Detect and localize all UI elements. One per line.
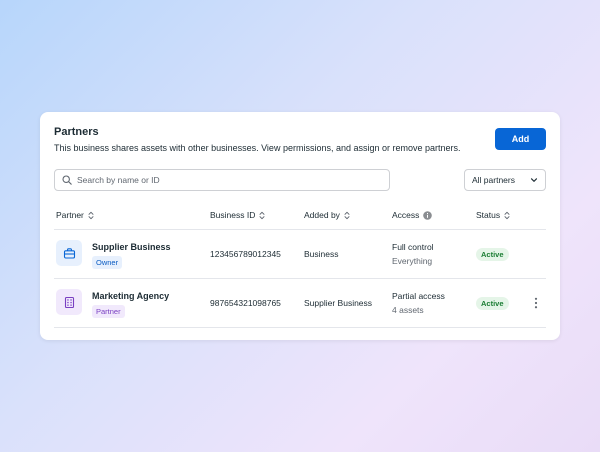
more-options-icon[interactable] xyxy=(533,297,539,309)
search-box[interactable] xyxy=(54,169,390,191)
column-header-access-label: Access xyxy=(392,210,420,220)
sort-icon xyxy=(259,211,265,219)
status-badge: Active xyxy=(476,248,509,261)
page-description: This business shares assets with other b… xyxy=(54,143,461,153)
table-row[interactable]: Supplier Business Owner 123456789012345 … xyxy=(40,230,560,278)
partner-filter-dropdown[interactable]: All partners xyxy=(464,169,546,191)
partner-avatar xyxy=(56,289,82,315)
briefcase-icon xyxy=(63,247,75,259)
column-header-business-id-label: Business ID xyxy=(210,210,256,220)
column-header-added-by-label: Added by xyxy=(304,210,340,220)
table-row[interactable]: Marketing Agency Partner 987654321098765… xyxy=(40,279,560,327)
search-icon xyxy=(62,175,72,185)
partner-name[interactable]: Marketing Agency xyxy=(92,291,169,301)
page-title: Partners xyxy=(54,126,99,138)
role-badge: Owner xyxy=(92,256,123,269)
column-header-partner-label: Partner xyxy=(56,210,84,220)
column-header-status[interactable]: Status xyxy=(476,210,510,220)
chevron-down-icon xyxy=(530,178,538,182)
partner-avatar xyxy=(56,240,82,266)
column-header-status-label: Status xyxy=(476,210,501,220)
building-icon xyxy=(64,296,74,308)
row-divider xyxy=(54,327,546,328)
status-badge: Active xyxy=(476,297,509,310)
added-by: Supplier Business xyxy=(304,298,373,308)
column-header-partner[interactable]: Partner xyxy=(56,210,94,220)
partner-filter-value: All partners xyxy=(472,175,515,185)
info-icon[interactable] xyxy=(423,210,433,220)
sort-icon xyxy=(504,211,510,219)
business-id: 123456789012345 xyxy=(210,249,281,259)
access-level: Full control xyxy=(392,242,434,252)
sort-icon xyxy=(88,211,94,219)
column-header-access: Access xyxy=(392,210,433,220)
access-detail: 4 assets xyxy=(392,305,424,315)
column-header-business-id[interactable]: Business ID xyxy=(210,210,265,220)
column-header-added-by[interactable]: Added by xyxy=(304,210,350,220)
partner-name[interactable]: Supplier Business xyxy=(92,242,171,252)
partners-card: Partners This business shares assets wit… xyxy=(40,112,560,340)
access-level: Partial access xyxy=(392,291,445,301)
sort-icon xyxy=(344,211,350,219)
business-id: 987654321098765 xyxy=(210,298,281,308)
search-input[interactable] xyxy=(77,175,377,185)
role-badge: Partner xyxy=(92,305,125,318)
access-detail: Everything xyxy=(392,256,433,266)
added-by: Business xyxy=(304,249,339,259)
add-partner-button[interactable]: Add xyxy=(495,128,546,150)
